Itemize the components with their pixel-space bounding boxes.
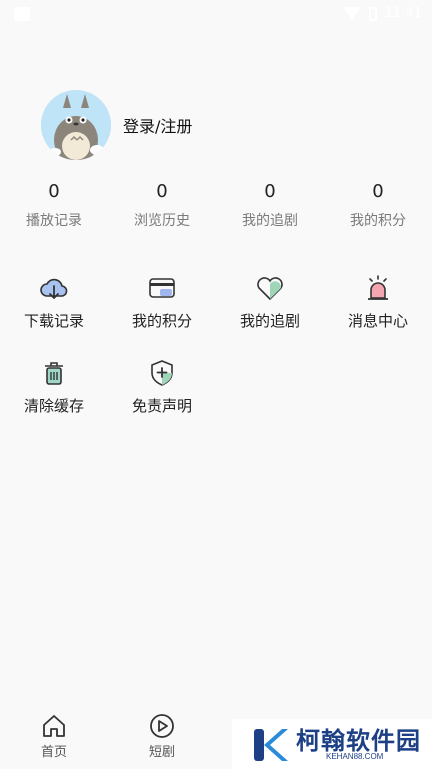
tile-disclaimer[interactable]: 免责声明: [108, 357, 216, 416]
tile-label: 我的追剧: [239, 312, 300, 330]
alarm-bell-icon: [368, 275, 388, 300]
card-icon: [149, 278, 175, 298]
tile-label: 清除缓存: [23, 397, 84, 415]
tile-label: 下载记录: [23, 312, 84, 330]
play-icon: [150, 714, 174, 738]
shield-icon: [151, 360, 173, 386]
wifi-icon: [342, 7, 361, 20]
feature-grid: 下载记录 我的积分 我的追剧 消息中心 清除缓存 免责声明: [0, 272, 432, 416]
status-time: 11:41: [384, 6, 422, 21]
nav-label: 短剧: [148, 745, 175, 760]
battery-icon: [368, 6, 377, 21]
watermark-subtitle: KEHAN88.COM: [326, 752, 384, 761]
tile-label: 免责声明: [131, 397, 192, 415]
trash-icon: [45, 362, 63, 385]
login-register-link[interactable]: 登录/注册: [123, 113, 192, 137]
heart-icon: [257, 277, 283, 301]
tile-messages[interactable]: 消息中心: [324, 272, 432, 331]
watermark-title: 柯翰软件园: [296, 727, 421, 755]
notification-icon: [14, 7, 30, 21]
stats-row: 0 播放记录 0 浏览历史 0 我的追剧 0 我的积分: [0, 180, 432, 230]
tile-clear-cache[interactable]: 清除缓存: [0, 357, 108, 416]
stat-following[interactable]: 0 我的追剧: [216, 180, 324, 230]
avatar[interactable]: [41, 90, 111, 160]
stat-value: 0: [156, 181, 168, 202]
nav-label: 首页: [40, 745, 67, 760]
status-bar: 11:41: [0, 0, 432, 30]
watermark-logo: 柯翰软件园 KEHAN88.COM: [232, 719, 432, 769]
stat-label: 我的追剧: [242, 213, 298, 229]
tile-label: 我的积分: [131, 312, 192, 330]
nav-home[interactable]: 首页: [0, 705, 108, 769]
home-icon: [43, 715, 65, 737]
tile-points[interactable]: 我的积分: [108, 272, 216, 331]
tile-label: 消息中心: [347, 312, 408, 330]
stat-value: 0: [48, 181, 60, 202]
tile-following[interactable]: 我的追剧: [216, 272, 324, 331]
stat-browse-history[interactable]: 0 浏览历史: [108, 180, 216, 230]
stat-play-history[interactable]: 0 播放记录: [0, 180, 108, 230]
tile-downloads[interactable]: 下载记录: [0, 272, 108, 331]
stat-value: 0: [264, 181, 276, 202]
stat-label: 播放记录: [26, 213, 82, 229]
stat-label: 我的积分: [350, 213, 406, 229]
status-indicators: 11:41: [342, 6, 422, 21]
watermark-k-icon: [254, 729, 288, 761]
stat-value: 0: [372, 181, 384, 202]
nav-short-drama[interactable]: 短剧: [108, 705, 216, 769]
stat-label: 浏览历史: [134, 213, 190, 229]
profile-header[interactable]: 登录/注册: [41, 90, 192, 160]
stat-points[interactable]: 0 我的积分: [324, 180, 432, 230]
cloud-download-icon: [40, 278, 68, 300]
